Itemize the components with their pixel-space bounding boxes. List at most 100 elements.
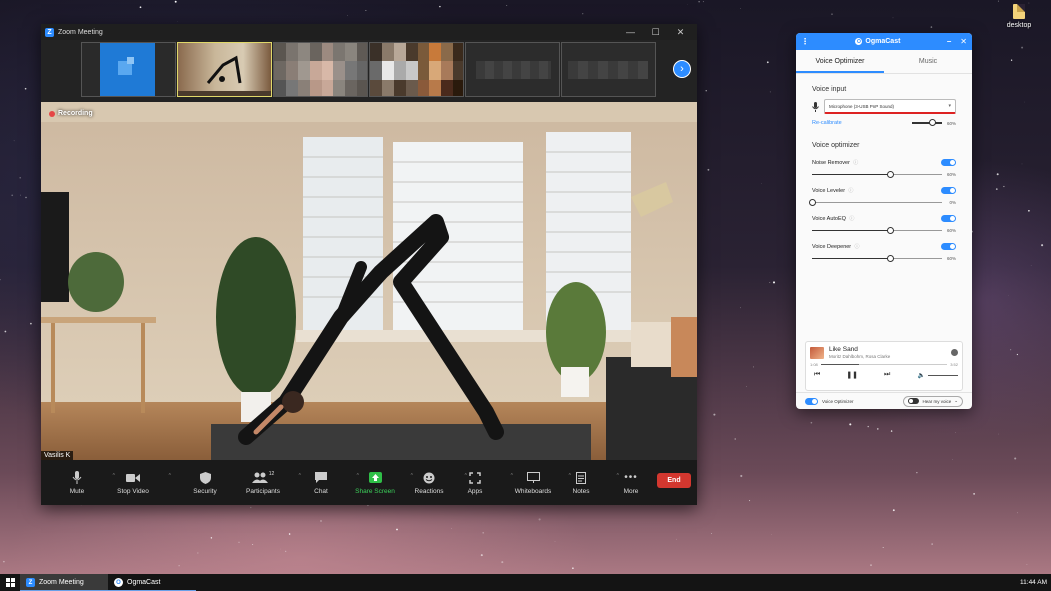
participant-thumbnail[interactable] [81, 42, 176, 97]
notes-button[interactable]: Notes ˆ [555, 471, 619, 495]
tab-music[interactable]: Music [884, 50, 972, 73]
chevron-down-icon[interactable]: ⌄ [954, 398, 958, 404]
voice-optimizer-toggle[interactable] [805, 397, 818, 405]
star [973, 493, 975, 495]
windows-start-icon[interactable] [0, 578, 20, 587]
next-track-icon[interactable]: ⏭ [884, 371, 890, 379]
star [1041, 244, 1044, 247]
hear-my-voice-control[interactable]: Hear my voice ⌄ [903, 395, 963, 407]
optimizer-option: Voice AutoEQ ⓘ 60% [812, 215, 956, 234]
star [995, 188, 998, 190]
optimizer-option-toggle[interactable] [941, 187, 956, 194]
optimizer-option-slider[interactable] [808, 198, 942, 206]
minimize-button[interactable]: — [618, 27, 643, 38]
participant-thumbnail-active[interactable] [177, 42, 272, 97]
info-icon[interactable]: ⓘ [847, 188, 853, 194]
star [810, 421, 813, 424]
optimizer-option-toggle[interactable] [941, 243, 956, 250]
volume-slider[interactable] [928, 374, 958, 376]
taskbar-clock: 11:44 AM [1020, 579, 1047, 586]
star [740, 307, 741, 309]
pause-icon[interactable]: ❚❚ [846, 371, 858, 379]
maximize-button[interactable]: ☐ [643, 27, 668, 38]
ogmacast-minimize-button[interactable]: – [947, 37, 951, 46]
recording-dot-icon [49, 110, 55, 117]
info-icon[interactable]: ⓘ [853, 244, 860, 250]
star [870, 564, 872, 566]
participant-thumbnail[interactable] [273, 42, 368, 97]
zoom-window: Z Zoom Meeting — ☐ ✕ › Recording Vasilis… [41, 24, 697, 505]
whiteboard-icon [526, 471, 540, 485]
participant-thumbnail[interactable] [561, 42, 656, 97]
participant-thumbnail[interactable] [369, 42, 464, 97]
optimizer-option-toggle[interactable] [941, 159, 956, 166]
star [252, 544, 254, 546]
star [396, 528, 398, 531]
menu-kebab-icon[interactable]: ⋮ [801, 37, 809, 46]
taskbar-item-zoom[interactable]: Z Zoom Meeting [20, 574, 108, 591]
security-button[interactable]: Security [179, 471, 231, 495]
star [365, 10, 367, 11]
participant-strip: › [41, 40, 697, 102]
video-options-chevron-icon[interactable]: ˆ [169, 474, 171, 481]
taskbar-item-ogmacast[interactable]: O OgmaCast [108, 574, 196, 591]
participants-button[interactable]: 12 Participants ˆ [237, 471, 301, 495]
input-level-slider-knob[interactable] [929, 119, 936, 126]
desktop-icon-label: desktop [1006, 22, 1032, 29]
star [238, 541, 240, 543]
optimizer-slider-fill [812, 173, 890, 176]
star [4, 330, 7, 333]
optimizer-option-value: 60% [946, 228, 956, 233]
mute-label: Mute [69, 487, 85, 495]
hear-my-voice-toggle[interactable] [908, 398, 920, 404]
optimizer-option-slider[interactable] [812, 170, 942, 178]
volume-icon: 🔈 [917, 372, 925, 379]
mute-button[interactable]: Mute ˆ [51, 471, 115, 495]
optimizer-slider-knob[interactable] [808, 198, 816, 206]
optimizer-option: Voice Leveler ⓘ 0% [808, 187, 956, 206]
hear-my-voice-label: Hear my voice [922, 398, 952, 404]
info-icon[interactable]: ⓘ [852, 160, 858, 166]
star [482, 532, 484, 534]
optimizer-option-slider[interactable] [812, 226, 942, 234]
more-button[interactable]: ••• More [605, 471, 657, 495]
player-settings-icon[interactable] [951, 349, 958, 356]
optimizer-slider-knob[interactable] [886, 170, 894, 178]
recalibrate-link[interactable]: Re-calibrate [812, 120, 842, 126]
smiley-icon [423, 471, 435, 485]
chat-icon [315, 471, 327, 485]
zoom-logo-icon: Z [45, 27, 54, 37]
previous-track-icon[interactable]: ⏮ [814, 371, 820, 379]
song-progress[interactable]: 1:08 3:52 [810, 362, 958, 367]
optimizer-slider-knob[interactable] [886, 226, 894, 234]
whiteboards-button[interactable]: Whiteboards ˆ [507, 471, 571, 495]
star [952, 459, 953, 460]
desktop-folder-icon[interactable]: desktop [1004, 4, 1034, 29]
ogmacast-title: OgmaCast [865, 38, 901, 45]
security-label: Security [193, 487, 217, 495]
next-page-icon[interactable]: › [673, 60, 691, 78]
share-screen-button[interactable]: Share Screen ˆ [349, 471, 413, 495]
star [996, 173, 999, 176]
recording-indicator: Recording [49, 110, 93, 117]
tab-voice-optimizer[interactable]: Voice Optimizer [796, 50, 884, 73]
close-button[interactable]: ✕ [668, 27, 693, 38]
info-icon[interactable]: ⓘ [848, 216, 854, 222]
reactions-button[interactable]: Reactions ˆ [403, 471, 467, 495]
input-level-slider[interactable] [912, 119, 942, 126]
star [210, 537, 213, 539]
optimizer-slider-knob[interactable] [886, 254, 894, 262]
star [1021, 163, 1023, 165]
star [890, 430, 893, 432]
participant-thumbnail[interactable] [465, 42, 560, 97]
stop-video-button[interactable]: Stop Video ˆ [107, 471, 171, 495]
participants-label: Participants [246, 487, 280, 495]
apps-button[interactable]: Apps ˆ [449, 471, 513, 495]
optimizer-option-slider[interactable] [812, 254, 942, 262]
star [713, 413, 716, 416]
microphone-select[interactable]: Microphone (3-USB PnP Sound) ▾ [824, 99, 956, 114]
end-meeting-button[interactable]: End [657, 473, 691, 488]
chat-button[interactable]: Chat ˆ [295, 471, 359, 495]
optimizer-option-toggle[interactable] [941, 215, 956, 222]
ogmacast-close-button[interactable]: ✕ [960, 37, 967, 46]
